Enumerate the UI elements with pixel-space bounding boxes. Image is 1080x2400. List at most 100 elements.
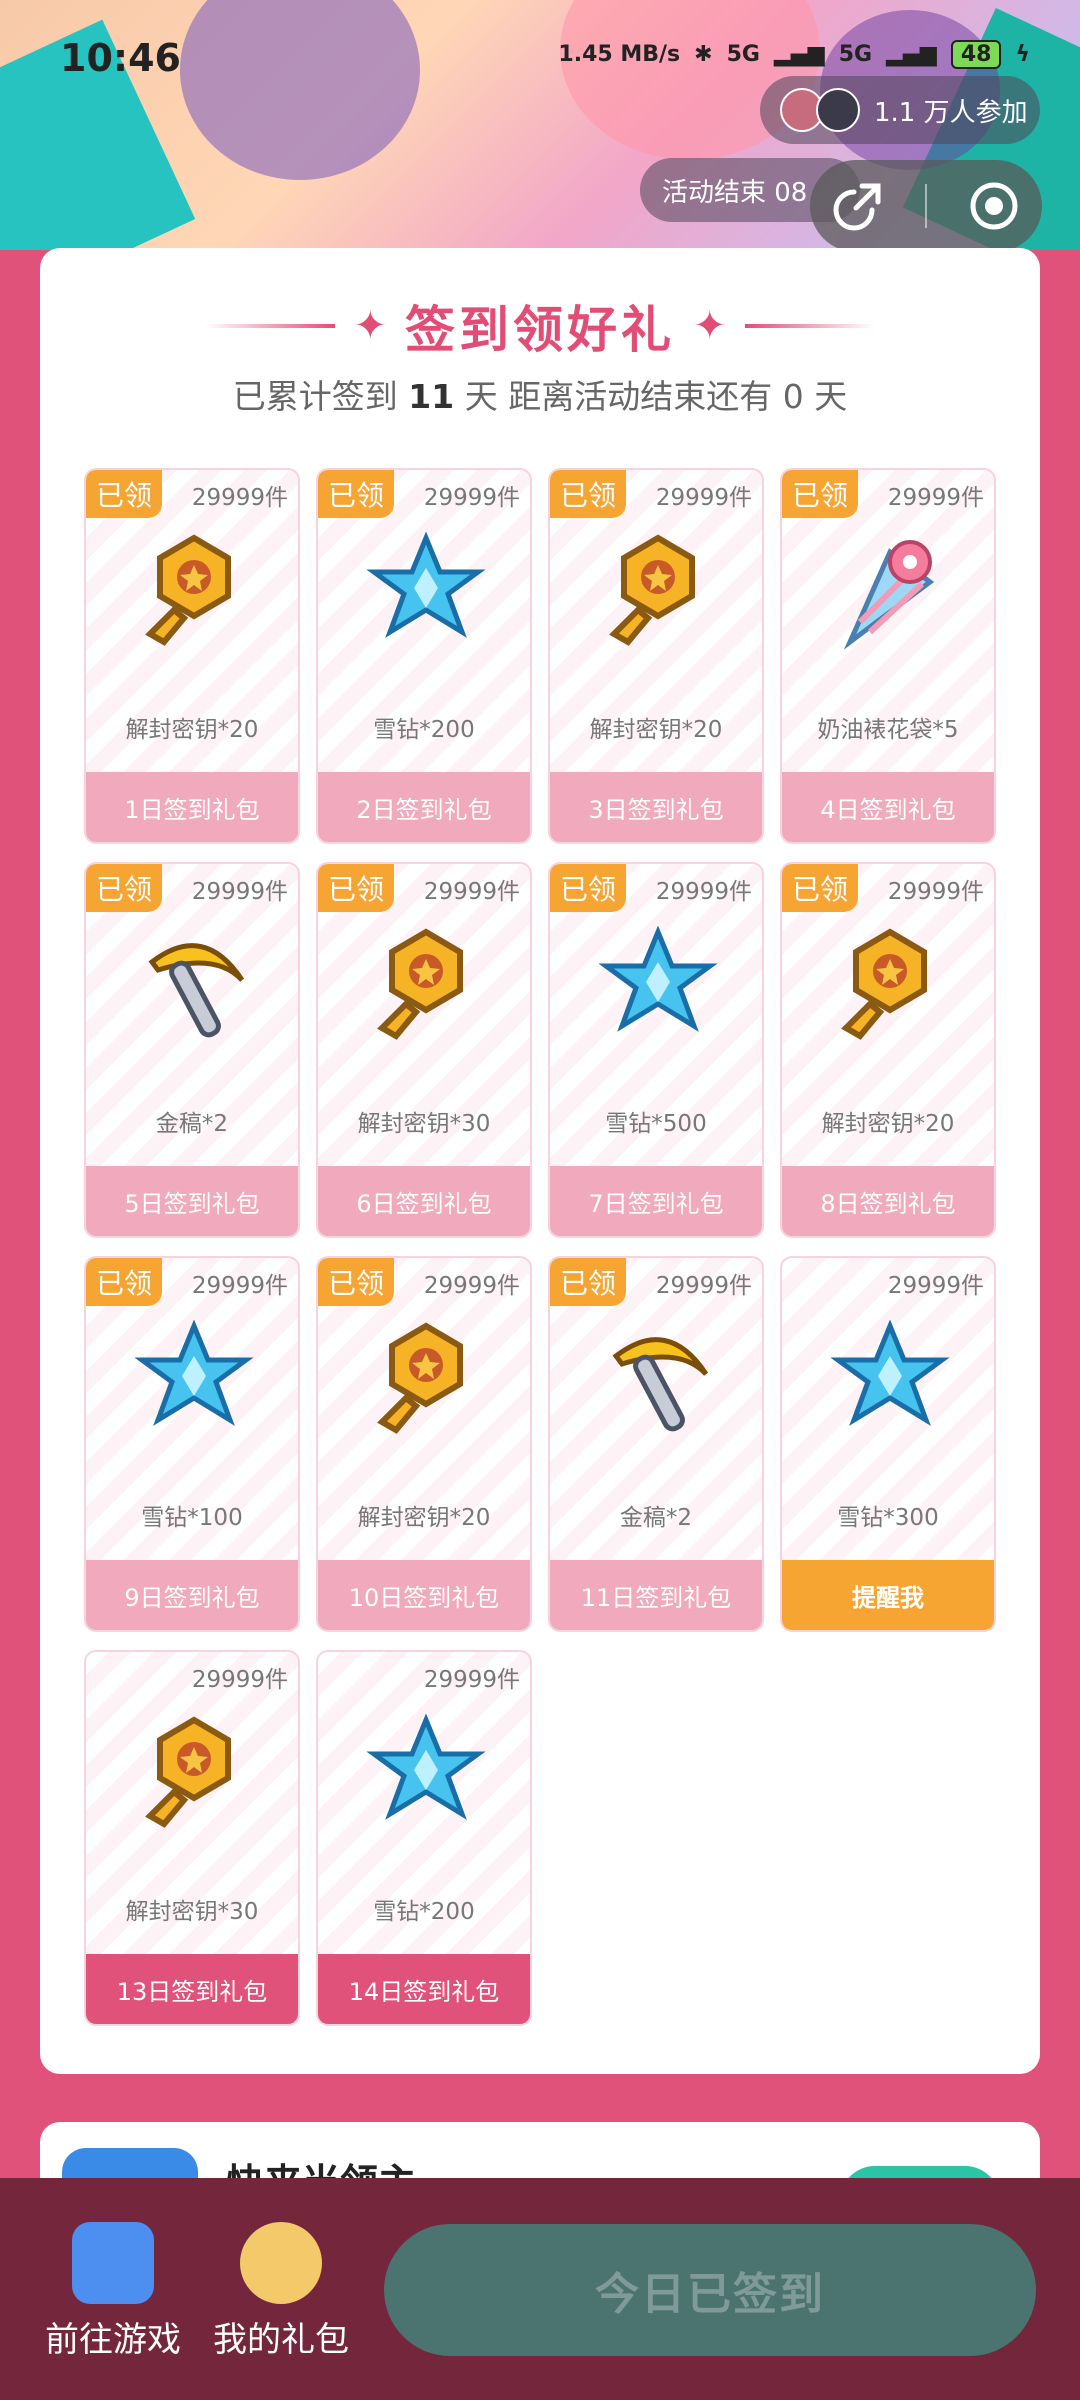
- gift-day-button[interactable]: 3日签到礼包: [550, 772, 762, 842]
- gift-stock: 29999件: [655, 1273, 752, 1299]
- snow-diamond-icon: [598, 925, 718, 1046]
- gift-card: 已领 29999件 解封密钥*20 8日签到礼包: [780, 862, 996, 1238]
- battery-icon: 48: [950, 40, 1002, 69]
- gift-day-button[interactable]: 6日签到礼包: [318, 1166, 530, 1236]
- gift-day-button[interactable]: 8日签到礼包: [782, 1166, 994, 1236]
- gift-card: 已领 29999件 金稿*2 11日签到礼包: [548, 1256, 764, 1632]
- gift-avatar-icon: [240, 2222, 322, 2304]
- gift-stock: 29999件: [423, 1667, 520, 1693]
- gift-day-button[interactable]: 5日签到礼包: [86, 1166, 298, 1236]
- gift-card: 已领 29999件 雪钻*100 9日签到礼包: [84, 1256, 300, 1632]
- go-to-game-label: 前往游戏: [45, 2320, 181, 2360]
- participants-text: 1.1 万人参加: [874, 97, 1028, 128]
- gift-card: 已领 29999件 解封密钥*20 1日签到礼包: [84, 468, 300, 844]
- gift-day-button[interactable]: 2日签到礼包: [318, 772, 530, 842]
- gift-stock: 29999件: [887, 485, 984, 511]
- signed-days: 11: [408, 377, 455, 416]
- sparkle-icon: ✦: [693, 303, 727, 349]
- net-speed: 1.45 MB/s: [558, 42, 681, 67]
- claimed-tag: 已领: [782, 470, 858, 518]
- gift-stock: 29999件: [655, 879, 752, 905]
- signed-today-button[interactable]: 今日已签到: [384, 2224, 1036, 2356]
- gift-day-button[interactable]: 4日签到礼包: [782, 772, 994, 842]
- claimed-tag: 已领: [550, 470, 626, 518]
- gift-name: 解封密钥*20: [125, 717, 259, 743]
- claimed-tag: 已领: [86, 1258, 162, 1306]
- gift-day-button[interactable]: 1日签到礼包: [86, 772, 298, 842]
- gold-pickaxe-icon: [598, 1320, 718, 1440]
- gift-card: 29999件 雪钻*300 提醒我: [780, 1256, 996, 1632]
- gift-card: 29999件 解封密钥*30 13日签到礼包: [84, 1650, 300, 2026]
- claimed-tag: 已领: [318, 470, 394, 518]
- signal-5g-1: 5G: [726, 42, 760, 67]
- key-icon: [134, 532, 254, 652]
- gift-day-button[interactable]: 13日签到礼包: [86, 1954, 298, 2024]
- bluetooth-icon: ✱: [694, 42, 713, 67]
- key-icon: [366, 1320, 486, 1440]
- snow-diamond-icon: [830, 1319, 950, 1440]
- gift-stock: 29999件: [191, 485, 288, 511]
- gift-stock: 29999件: [191, 879, 288, 905]
- gift-name: 解封密钥*20: [821, 1111, 955, 1137]
- gift-name: 奶油裱花袋*5: [817, 717, 959, 743]
- gift-name: 解封密钥*20: [589, 717, 723, 743]
- key-icon: [598, 532, 718, 652]
- gift-card: 已领 29999件 解封密钥*20 3日签到礼包: [548, 468, 764, 844]
- my-gifts-button[interactable]: 我的礼包: [196, 2222, 366, 2361]
- gift-name: 雪钻*200: [373, 1899, 475, 1925]
- gift-name: 解封密钥*20: [357, 1505, 491, 1531]
- share-icon: [833, 183, 881, 231]
- gift-stock: 29999件: [423, 879, 520, 905]
- bottom-bar: 前往游戏 我的礼包 今日已签到: [0, 2178, 1080, 2400]
- piping-bag-icon: [830, 532, 950, 652]
- card-title: 签到领好礼: [405, 301, 675, 359]
- gift-stock: 29999件: [655, 485, 752, 511]
- gift-day-button[interactable]: 9日签到礼包: [86, 1560, 298, 1630]
- signin-summary: 已累计签到 11 天 距离活动结束还有 0 天: [232, 377, 848, 416]
- gift-stock: 29999件: [191, 1667, 288, 1693]
- gift-name: 解封密钥*30: [125, 1899, 259, 1925]
- gift-name: 金稿*2: [619, 1505, 693, 1531]
- gift-card: 已领 29999件 雪钻*200 2日签到礼包: [316, 468, 532, 844]
- gift-card: 已领 29999件 金稿*2 5日签到礼包: [84, 862, 300, 1238]
- share-button[interactable]: [828, 176, 888, 236]
- gift-name: 金稿*2: [155, 1111, 229, 1137]
- sparkle-icon: ✦: [353, 303, 387, 349]
- gift-name: 雪钻*500: [605, 1111, 707, 1137]
- gift-card: 29999件 雪钻*200 14日签到礼包: [316, 1650, 532, 2026]
- claimed-tag: 已领: [550, 1258, 626, 1306]
- gift-stock: 29999件: [887, 879, 984, 905]
- gold-pickaxe-icon: [134, 926, 254, 1046]
- gift-name: 雪钻*300: [837, 1505, 939, 1531]
- charging-icon: ϟ: [1015, 42, 1030, 67]
- claimed-tag: 已领: [86, 864, 162, 912]
- gift-day-button[interactable]: 7日签到礼包: [550, 1166, 762, 1236]
- my-gifts-label: 我的礼包: [213, 2320, 349, 2360]
- gift-day-button[interactable]: 14日签到礼包: [318, 1954, 530, 2024]
- key-icon: [134, 1714, 254, 1834]
- status-time: 10:46: [60, 36, 181, 80]
- gift-stock: 29999件: [423, 485, 520, 511]
- key-icon: [366, 926, 486, 1046]
- gift-day-button[interactable]: 10日签到礼包: [318, 1560, 530, 1630]
- signal-5g-2: 5G: [838, 42, 873, 67]
- gift-stock: 29999件: [423, 1273, 520, 1299]
- close-miniapp-button[interactable]: [964, 176, 1024, 236]
- go-to-game-button[interactable]: 前往游戏: [28, 2222, 198, 2361]
- claimed-tag: 已领: [782, 864, 858, 912]
- gift-card: 已领 29999件 解封密钥*30 6日签到礼包: [316, 862, 532, 1238]
- miniapp-capsule: [810, 160, 1042, 252]
- claimed-tag: 已领: [318, 864, 394, 912]
- claimed-tag: 已领: [86, 470, 162, 518]
- gift-card: 已领 29999件 解封密钥*20 10日签到礼包: [316, 1256, 532, 1632]
- remind-me-button[interactable]: 提醒我: [782, 1560, 994, 1630]
- gift-stock: 29999件: [887, 1273, 984, 1299]
- gift-card: 已领 29999件 奶油裱花袋*5 4日签到礼包: [780, 468, 996, 844]
- remaining-days: 0: [782, 377, 804, 416]
- gift-day-button[interactable]: 11日签到礼包: [550, 1560, 762, 1630]
- gift-name: 雪钻*100: [141, 1505, 243, 1531]
- participants-badge: 1.1 万人参加: [760, 76, 1040, 144]
- key-icon: [830, 926, 950, 1046]
- target-icon: [970, 182, 1018, 230]
- claimed-tag: 已领: [550, 864, 626, 912]
